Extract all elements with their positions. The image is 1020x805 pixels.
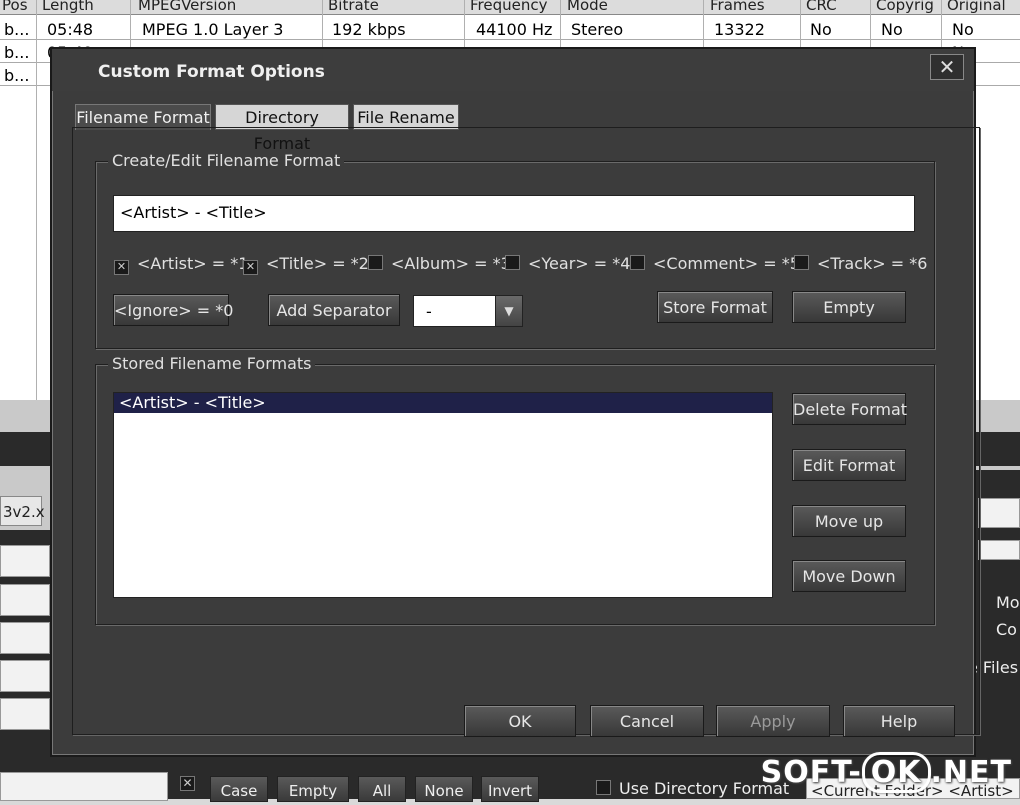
background-label: Mo [996, 593, 1020, 612]
dialog-titlebar[interactable]: Custom Format Options ✕ [52, 49, 974, 91]
year-checkbox[interactable]: <Year> = *4 [505, 254, 631, 273]
background-tab[interactable]: 3v2.x [0, 496, 45, 526]
table-cell: 192 kbps [332, 20, 406, 39]
ignore-button[interactable]: <Ignore> = *0 [113, 294, 233, 326]
move-down-button[interactable]: Move Down [792, 560, 906, 592]
invert-button[interactable]: Invert [481, 776, 539, 802]
table-row[interactable]: b... 05:48 MPEG 1.0 Layer 3 192 kbps 441… [0, 17, 1020, 40]
all-button[interactable]: All [358, 776, 406, 802]
watermark-ok: OK [861, 752, 931, 793]
close-button[interactable]: ✕ [930, 54, 964, 80]
checkbox-label: <Title> = *2 [266, 254, 369, 273]
checkbox-label: <Artist> = *1 [137, 254, 249, 273]
column-header[interactable]: Copyrig [876, 0, 934, 14]
table-cell: b... [4, 43, 30, 62]
separator-value: - [426, 302, 432, 321]
checkbox-checked-icon: ✕ [114, 260, 129, 275]
custom-format-options-dialog: Custom Format Options ✕ Filename Format … [50, 47, 980, 757]
group-legend: Stored Filename Formats [108, 354, 316, 373]
track-checkbox[interactable]: <Track> = *6 [794, 254, 928, 273]
checkbox-label: <Year> = *4 [528, 254, 631, 273]
column-divider [36, 0, 37, 400]
background-field[interactable] [0, 622, 50, 654]
background-label: Co [996, 620, 1017, 639]
background-field[interactable] [0, 698, 50, 730]
column-header[interactable]: Original [947, 0, 1006, 14]
column-header[interactable]: Frames [710, 0, 765, 14]
table-header: Pos Length MPEGVersion Bitrate Frequency… [0, 0, 1020, 15]
move-up-button[interactable]: Move up [792, 505, 906, 537]
table-cell: MPEG 1.0 Layer 3 [142, 20, 284, 39]
table-cell: 44100 Hz [476, 20, 553, 39]
background-field[interactable] [978, 498, 1020, 528]
table-cell: b... [4, 66, 30, 85]
help-button[interactable]: Help [843, 705, 955, 737]
apply-button[interactable]: Apply [716, 705, 830, 737]
column-header[interactable]: Length [42, 0, 94, 14]
column-header[interactable]: Pos [2, 0, 28, 14]
ok-button[interactable]: OK [464, 705, 576, 737]
cancel-button[interactable]: Cancel [590, 705, 704, 737]
column-header[interactable]: CRC [806, 0, 837, 14]
stored-formats-list[interactable]: <Artist> - <Title> [113, 392, 773, 598]
comment-checkbox[interactable]: <Comment> = *5 [630, 254, 800, 273]
checkbox-label: <Album> = *3 [391, 254, 511, 273]
empty-button[interactable]: Empty [792, 291, 906, 323]
checkbox-icon [794, 255, 809, 270]
none-button[interactable]: None [415, 776, 473, 802]
delete-format-button[interactable]: Delete Format [792, 393, 907, 425]
separator-select[interactable]: - ▼ [413, 295, 523, 327]
filename-format-input[interactable]: <Artist> - <Title> [113, 195, 915, 232]
case-button[interactable]: Case [210, 776, 268, 802]
artist-checkbox[interactable]: ✕ <Artist> = *1 [114, 254, 249, 275]
title-checkbox[interactable]: ✕ <Title> = *2 [243, 254, 369, 275]
table-cell: Stereo [571, 20, 624, 39]
background-input[interactable] [0, 772, 168, 801]
checkbox-checked-icon: ✕ [243, 260, 258, 275]
column-header[interactable]: Frequency [470, 0, 548, 14]
album-checkbox[interactable]: <Album> = *3 [368, 254, 511, 273]
background-field[interactable] [0, 660, 50, 692]
table-cell: 05:48 [47, 20, 94, 39]
add-separator-button[interactable]: Add Separator [268, 294, 400, 326]
table-cell: 13322 [714, 20, 765, 39]
checkbox-icon [505, 255, 520, 270]
empty-button[interactable]: Empty [277, 776, 349, 802]
table-cell: b... [4, 20, 30, 39]
watermark-logo: SOFT- OK .NET [761, 752, 1012, 793]
checkbox-label: <Comment> = *5 [653, 254, 800, 273]
close-icon: ✕ [938, 55, 956, 79]
table-cell: No [952, 20, 974, 39]
watermark-text: .NET [930, 755, 1012, 790]
chevron-down-icon[interactable]: ▼ [495, 296, 522, 326]
column-header[interactable]: Mode [567, 0, 608, 14]
checkbox-icon [368, 255, 383, 270]
checkbox-icon[interactable]: ✕ [180, 776, 195, 791]
table-cell: No [810, 20, 832, 39]
checkbox-label: <Track> = *6 [817, 254, 928, 273]
checkbox-icon [630, 255, 645, 270]
background-field[interactable] [978, 540, 1020, 560]
background-field[interactable] [0, 545, 50, 577]
edit-format-button[interactable]: Edit Format [792, 449, 906, 481]
table-cell: No [881, 20, 903, 39]
column-header[interactable]: Bitrate [328, 0, 379, 14]
background-field[interactable] [0, 584, 50, 616]
store-format-button[interactable]: Store Format [657, 291, 773, 323]
watermark-text: SOFT- [760, 755, 862, 790]
list-item[interactable]: <Artist> - <Title> [114, 393, 772, 413]
group-legend: Create/Edit Filename Format [108, 151, 345, 170]
column-header[interactable]: MPEGVersion [138, 0, 236, 14]
dialog-title: Custom Format Options [98, 62, 325, 82]
